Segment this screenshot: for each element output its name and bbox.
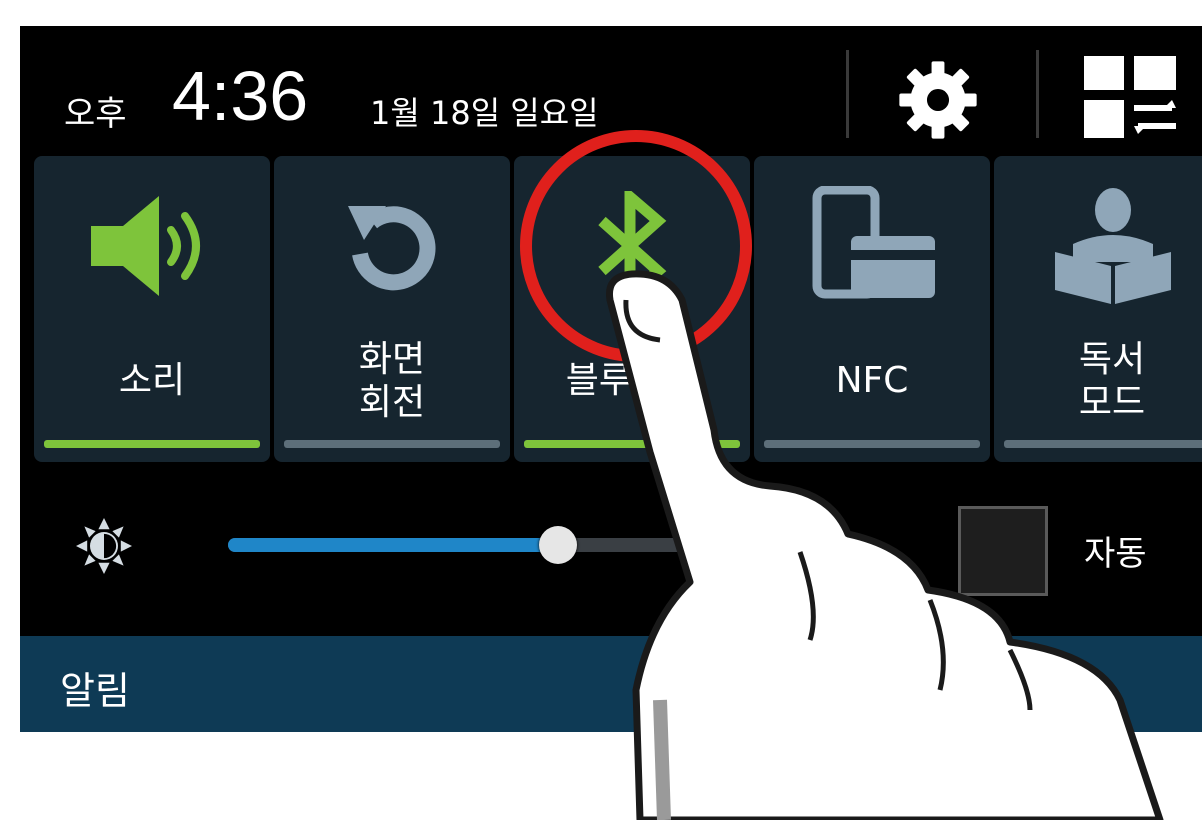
tile-screen-rotation[interactable]: 화면 회전 xyxy=(274,156,510,462)
brightness-slider-fill xyxy=(228,538,558,552)
tile-indicator xyxy=(764,440,980,448)
bluetooth-icon xyxy=(598,191,667,301)
brightness-slider-thumb[interactable] xyxy=(539,526,577,564)
clock-time: 4:36 xyxy=(172,57,309,135)
brightness-icon xyxy=(76,518,132,574)
auto-brightness-label: 자동 xyxy=(1084,534,1147,574)
tile-indicator xyxy=(524,440,740,448)
divider xyxy=(846,50,849,138)
tile-indicator xyxy=(44,440,260,448)
notifications-title: 알림 xyxy=(60,669,130,713)
reading-mode-icon xyxy=(1055,188,1171,304)
tile-indicator xyxy=(1004,440,1202,448)
notifications-header: 알림 xyxy=(20,636,1202,732)
tile-indicator xyxy=(284,440,500,448)
brightness-slider[interactable] xyxy=(228,526,728,564)
rotate-icon xyxy=(348,206,436,291)
tile-label: 블루투스 xyxy=(565,360,699,402)
tile-nfc[interactable]: NFC xyxy=(754,156,990,462)
ampm-label: 오후 xyxy=(64,94,127,134)
quick-settings-grid-icon[interactable] xyxy=(1084,56,1176,140)
tile-reading-mode[interactable]: 독서 모드 xyxy=(994,156,1202,462)
gear-icon[interactable] xyxy=(892,54,984,146)
auto-brightness-checkbox[interactable] xyxy=(958,506,1048,596)
notification-panel: 오후 4:36 1월 18일 일요일 소리 화면 회전 블루투스 NFC 독서 … xyxy=(20,26,1202,732)
tile-label: 소리 xyxy=(118,360,186,402)
date-label: 1월 18일 일요일 xyxy=(370,94,599,132)
divider xyxy=(1036,50,1039,138)
tile-label: 독서 모드 xyxy=(1078,338,1146,423)
tile-bluetooth[interactable]: 블루투스 xyxy=(514,156,750,462)
tile-label: NFC xyxy=(835,360,909,402)
tile-sound[interactable]: 소리 xyxy=(34,156,270,462)
nfc-icon xyxy=(812,186,935,299)
speaker-icon xyxy=(91,196,200,296)
tile-label: 화면 회전 xyxy=(358,338,426,423)
